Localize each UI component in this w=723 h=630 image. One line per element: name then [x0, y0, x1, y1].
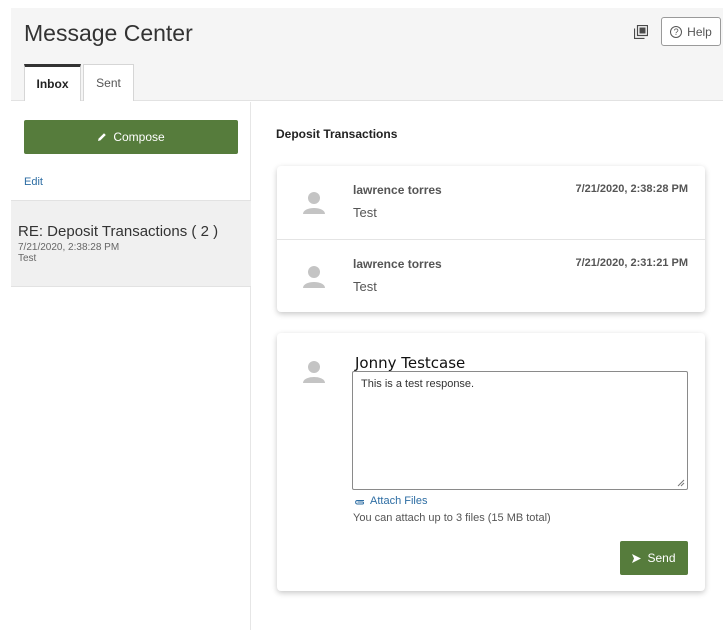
thread-list-item[interactable]: RE: Deposit Transactions ( 2 ) 7/21/2020…	[11, 200, 251, 287]
reply-composer: Jonny Testcase This is a test response. …	[277, 333, 705, 591]
avatar-icon	[303, 192, 325, 214]
help-button[interactable]: ? Help	[661, 17, 721, 46]
resize-grip-icon[interactable]	[677, 479, 685, 487]
message-timestamp: 7/21/2020, 2:38:28 PM	[575, 183, 688, 195]
message-item: lawrence torres 7/21/2020, 2:38:28 PM Te…	[277, 166, 705, 239]
popout-window-icon[interactable]	[634, 25, 648, 39]
thread-list-pane: Compose Edit RE: Deposit Transactions ( …	[11, 102, 251, 630]
thread-snippet: Test	[18, 253, 37, 264]
avatar-icon	[303, 361, 325, 383]
attach-files-label: Attach Files	[370, 495, 428, 507]
message-timestamp: 7/21/2020, 2:31:21 PM	[575, 257, 688, 269]
compose-button-label: Compose	[113, 130, 165, 144]
paperclip-icon	[355, 499, 364, 504]
pencil-icon	[98, 133, 107, 141]
conversation-title: Deposit Transactions	[276, 127, 398, 141]
tab-sent[interactable]: Sent	[83, 64, 134, 101]
page-title: Message Center	[24, 20, 193, 46]
mailbox-tabs: Inbox Sent	[24, 64, 134, 101]
message-author: lawrence torres	[353, 183, 442, 197]
message-body: Test	[353, 205, 377, 220]
edit-link[interactable]: Edit	[24, 176, 43, 188]
reply-text: This is a test response.	[361, 378, 475, 390]
send-arrow-icon	[632, 553, 642, 563]
reply-author-name: Jonny Testcase	[355, 354, 466, 372]
help-button-label: Help	[687, 24, 712, 39]
tab-inbox[interactable]: Inbox	[24, 64, 81, 101]
thread-date: 7/21/2020, 2:38:28 PM	[18, 242, 120, 253]
reply-textarea[interactable]: This is a test response.	[352, 371, 688, 490]
send-button[interactable]: Send	[620, 541, 688, 575]
message-thread: lawrence torres 7/21/2020, 2:38:28 PM Te…	[277, 166, 705, 312]
send-button-label: Send	[647, 551, 676, 565]
avatar-icon	[303, 266, 325, 288]
message-body: Test	[353, 279, 377, 294]
attach-files-link[interactable]: Attach Files	[354, 495, 427, 507]
thread-subject: RE: Deposit Transactions ( 2 )	[18, 223, 219, 240]
compose-button[interactable]: Compose	[24, 120, 238, 154]
message-author: lawrence torres	[353, 257, 442, 271]
message-center-header: Message Center ? Help Inbox Sent	[11, 8, 723, 101]
question-circle-icon: ?	[670, 25, 683, 38]
message-item: lawrence torres 7/21/2020, 2:31:21 PM Te…	[277, 239, 705, 312]
attach-limit-note: You can attach up to 3 files (15 MB tota…	[353, 512, 551, 524]
